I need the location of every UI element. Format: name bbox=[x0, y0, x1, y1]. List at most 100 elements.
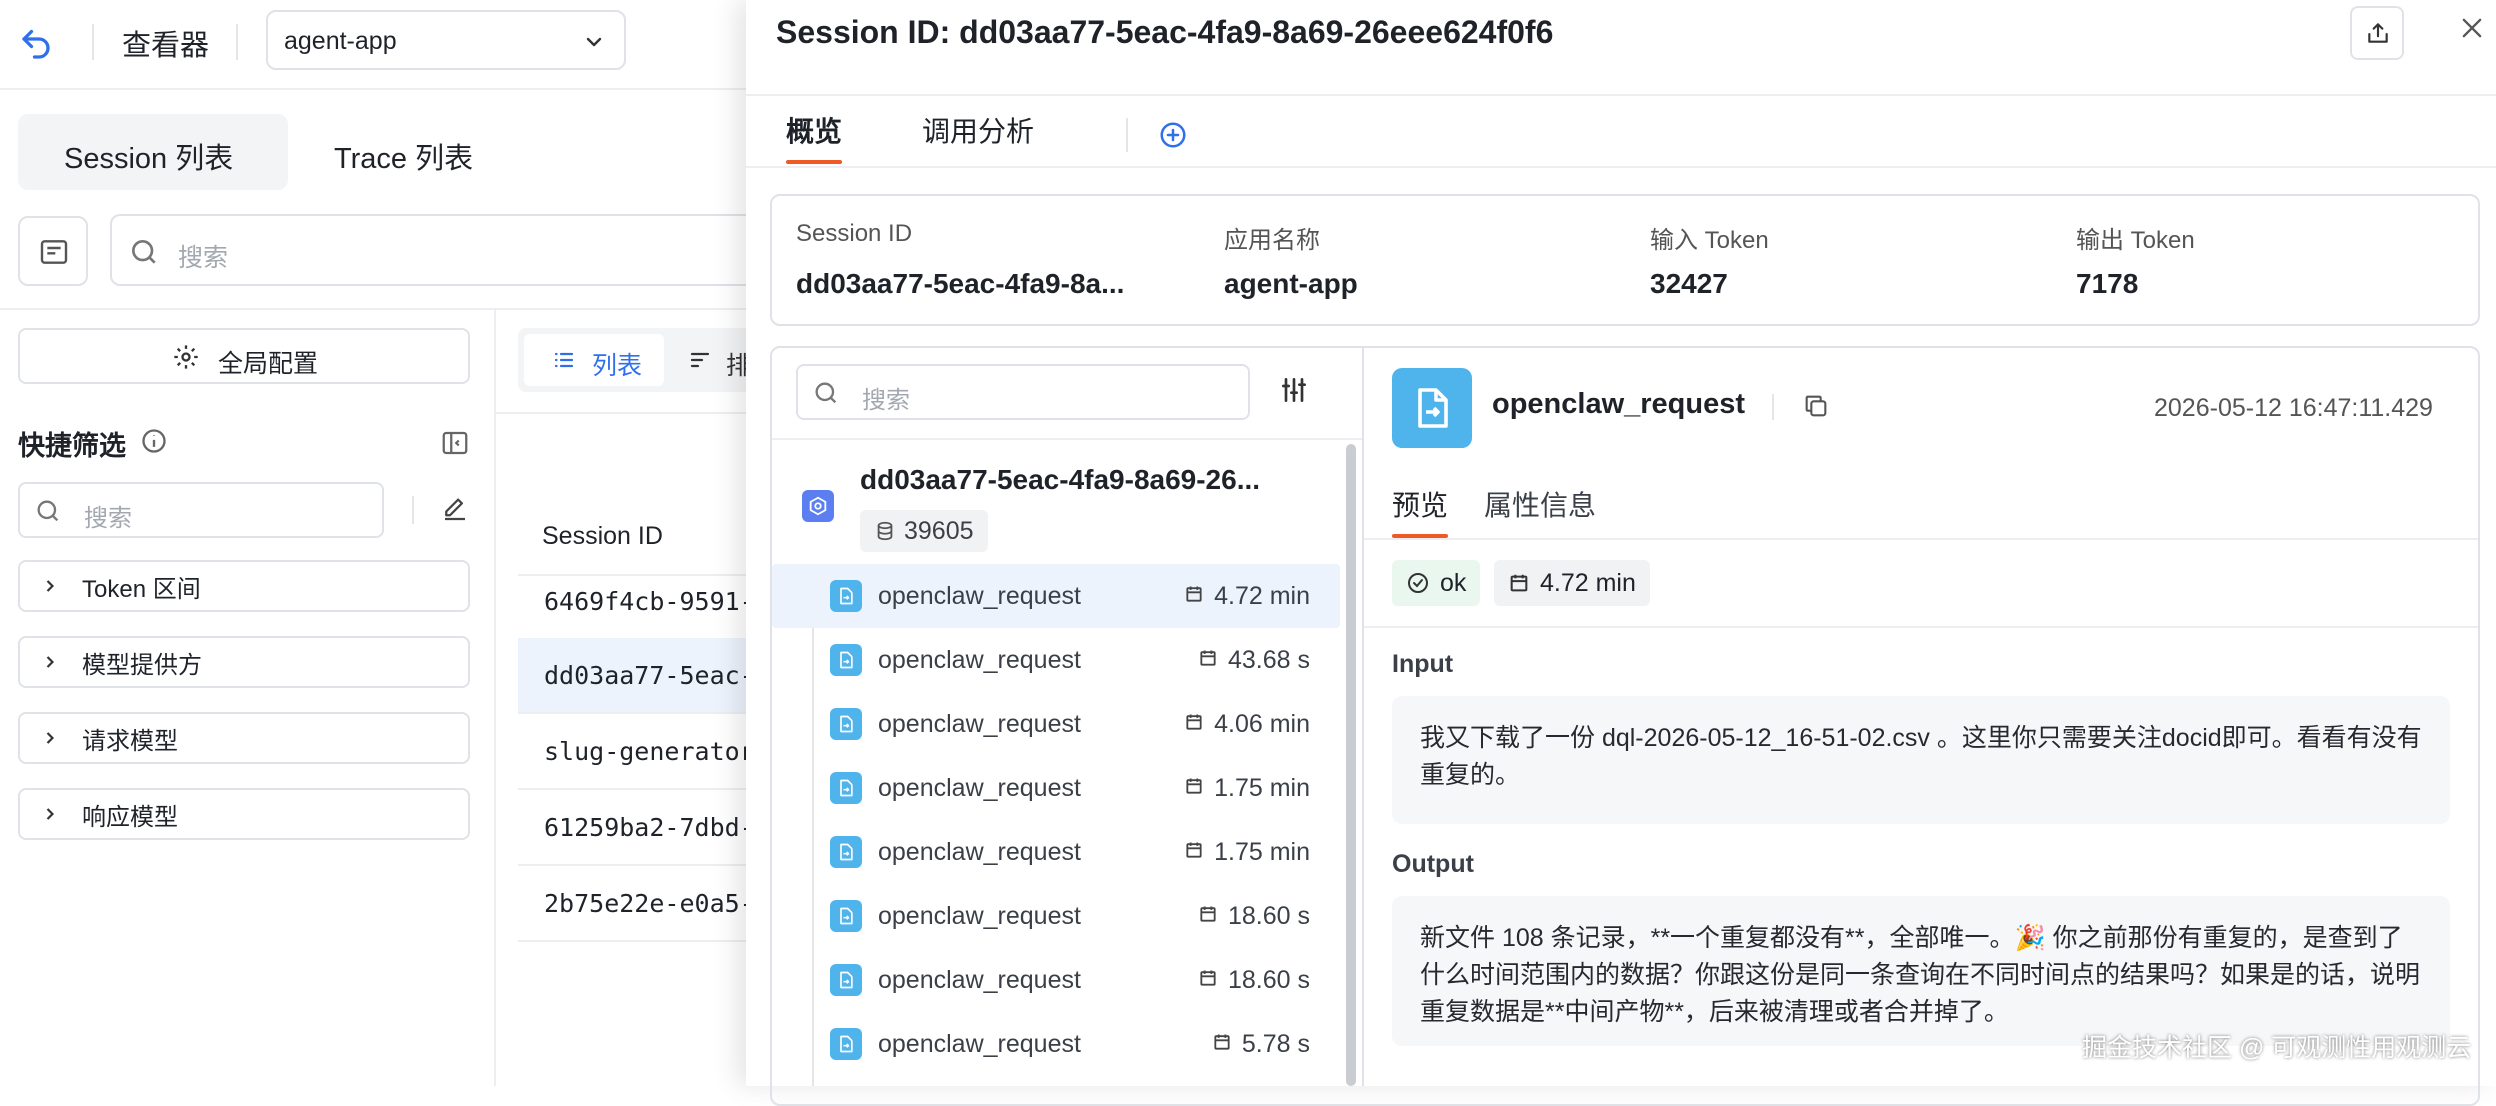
span-row[interactable]: openclaw_request 4.06 min bbox=[772, 692, 1340, 756]
table-row[interactable]: 6469f4cb-9591- bbox=[518, 564, 748, 640]
trace-root-icon bbox=[802, 490, 834, 522]
span-duration: 18.60 s bbox=[1198, 966, 1310, 995]
share-icon bbox=[2365, 20, 2391, 46]
divider bbox=[1772, 394, 1774, 420]
add-tab-icon[interactable] bbox=[1158, 120, 1188, 150]
summary-label: 输入 Token bbox=[1650, 227, 1769, 254]
search-icon bbox=[812, 379, 840, 407]
span-row[interactable]: openclaw_request 1.75 min bbox=[772, 756, 1340, 820]
tab-call-analysis[interactable]: 调用分析 bbox=[922, 110, 1034, 166]
session-id: slug-generator bbox=[544, 736, 748, 766]
span-duration: 4.72 min bbox=[1184, 582, 1310, 611]
tree-scrollbar[interactable] bbox=[1346, 444, 1356, 1086]
span-row[interactable]: openclaw_request 43.68 s bbox=[772, 628, 1340, 692]
tab-label: 预览 bbox=[1392, 490, 1449, 521]
tab-label: 调用分析 bbox=[922, 116, 1035, 147]
global-config-button[interactable]: 全局配置 bbox=[18, 328, 470, 384]
summary-value: dd03aa77-5eac-4fa9-8a... bbox=[796, 268, 1125, 299]
view-toggle-button[interactable] bbox=[18, 216, 88, 286]
span-detail-name: openclaw_request bbox=[1492, 388, 1746, 420]
filter-label: 请求模型 bbox=[82, 727, 178, 755]
divider bbox=[496, 412, 760, 414]
duration-text: 1.75 min bbox=[1214, 773, 1310, 802]
tree-search-input[interactable]: 搜索 bbox=[796, 364, 1250, 420]
tab-attributes[interactable]: 属性信息 bbox=[1484, 484, 1596, 524]
tab-label: 属性信息 bbox=[1484, 490, 1597, 521]
table-row[interactable]: slug-generator bbox=[518, 714, 748, 790]
top-bar: 查看器 agent-app bbox=[0, 0, 760, 90]
span-duration: 1.75 min bbox=[1184, 774, 1310, 803]
calendar-icon bbox=[1212, 1030, 1232, 1059]
span-timestamp: 2026-05-12 16:47:11.429 bbox=[2154, 394, 2433, 422]
span-icon bbox=[830, 836, 862, 868]
divider bbox=[412, 496, 414, 524]
span-icon bbox=[830, 964, 862, 996]
session-id: 2b75e22e-e0a5- bbox=[544, 888, 748, 918]
calendar-icon bbox=[1198, 902, 1218, 931]
summary-value: 32427 bbox=[1650, 268, 1728, 299]
span-name: openclaw_request bbox=[878, 901, 1081, 930]
drawer-title: Session ID: dd03aa77-5eac-4fa9-8a69-26ee… bbox=[776, 14, 1554, 50]
tab-label: 概览 bbox=[786, 116, 843, 147]
search-input[interactable]: 搜索 bbox=[110, 214, 770, 286]
span-name: openclaw_request bbox=[878, 773, 1081, 802]
span-icon bbox=[830, 708, 862, 740]
table-row[interactable]: 61259ba2-7dbd- bbox=[518, 790, 748, 866]
output-content: 新文件 108 条记录，**一个重复都没有**，全部唯一。🎉 你之前那份有重复的… bbox=[1392, 896, 2450, 1046]
calendar-icon bbox=[1198, 966, 1218, 995]
tab-preview[interactable]: 预览 bbox=[1392, 484, 1448, 524]
filter-label: Token 区间 bbox=[82, 575, 201, 603]
divider bbox=[1364, 538, 2478, 540]
duration-text: 4.06 min bbox=[1214, 709, 1310, 738]
edit-icon[interactable] bbox=[440, 494, 470, 524]
span-row[interactable]: openclaw_request 18.60 s bbox=[772, 884, 1340, 948]
span-name: openclaw_request bbox=[878, 1029, 1081, 1058]
page-title: 查看器 bbox=[122, 30, 210, 62]
tab-session-list[interactable]: Session 列表 bbox=[18, 114, 288, 190]
session-id: 6469f4cb-9591- bbox=[544, 586, 748, 616]
span-row[interactable]: openclaw_request 1.75 min bbox=[772, 820, 1340, 884]
back-icon[interactable] bbox=[18, 24, 54, 60]
duration-text: 18.60 s bbox=[1227, 901, 1310, 930]
global-config-label: 全局配置 bbox=[218, 350, 319, 378]
trace-root-node[interactable]: dd03aa77-5eac-4fa9-8a69-26... 39605 bbox=[772, 446, 1340, 558]
quick-filter-search[interactable]: 搜索 bbox=[18, 482, 384, 538]
tab-trace-list[interactable]: Trace 列表 bbox=[300, 114, 500, 190]
duration-text: 5.78 s bbox=[1241, 1029, 1310, 1058]
filter-token-range[interactable]: Token 区间 bbox=[18, 560, 470, 612]
span-name: openclaw_request bbox=[878, 581, 1081, 610]
tab-label: Session 列表 bbox=[64, 143, 234, 175]
chevron-right-icon bbox=[40, 804, 62, 824]
duration-text: 18.60 s bbox=[1227, 965, 1310, 994]
tab-overview[interactable]: 概览 bbox=[786, 110, 842, 166]
filter-model-provider[interactable]: 模型提供方 bbox=[18, 636, 470, 688]
view-mode-list[interactable]: 列表 bbox=[524, 334, 664, 386]
table-row[interactable]: 2b75e22e-e0a5- bbox=[518, 866, 748, 942]
gear-icon bbox=[172, 343, 200, 371]
filter-label: 响应模型 bbox=[82, 803, 178, 831]
collapse-panel-icon[interactable] bbox=[440, 428, 470, 458]
copy-icon[interactable] bbox=[1802, 392, 1830, 420]
span-row[interactable]: openclaw_request 5.78 s bbox=[772, 1012, 1340, 1076]
input-content: 我又下载了一份 dql-2026-05-12_16-51-02.csv 。这里你… bbox=[1392, 696, 2450, 824]
filter-response-model[interactable]: 响应模型 bbox=[18, 788, 470, 840]
chevron-right-icon bbox=[40, 576, 62, 596]
summary-label: 应用名称 bbox=[1224, 227, 1320, 254]
filter-request-model[interactable]: 请求模型 bbox=[18, 712, 470, 764]
table-row[interactable]: dd03aa77-5eac- bbox=[518, 638, 748, 714]
span-name: openclaw_request bbox=[878, 837, 1081, 866]
filter-settings-icon[interactable] bbox=[1278, 374, 1310, 406]
duration-text: 43.68 s bbox=[1227, 645, 1310, 674]
chevron-right-icon bbox=[40, 728, 62, 748]
info-icon[interactable] bbox=[140, 427, 168, 455]
divider bbox=[0, 308, 760, 310]
span-name: openclaw_request bbox=[878, 645, 1081, 674]
app-select[interactable]: agent-app bbox=[266, 10, 626, 70]
share-button[interactable] bbox=[2350, 6, 2404, 60]
close-icon[interactable] bbox=[2458, 14, 2486, 42]
span-row[interactable]: openclaw_request 4.72 min bbox=[772, 564, 1340, 628]
span-row[interactable]: openclaw_request 18.60 s bbox=[772, 948, 1340, 1012]
column-label: Session ID bbox=[542, 522, 663, 550]
app-select-value: agent-app bbox=[284, 27, 397, 55]
input-label: Input bbox=[1392, 650, 1454, 678]
